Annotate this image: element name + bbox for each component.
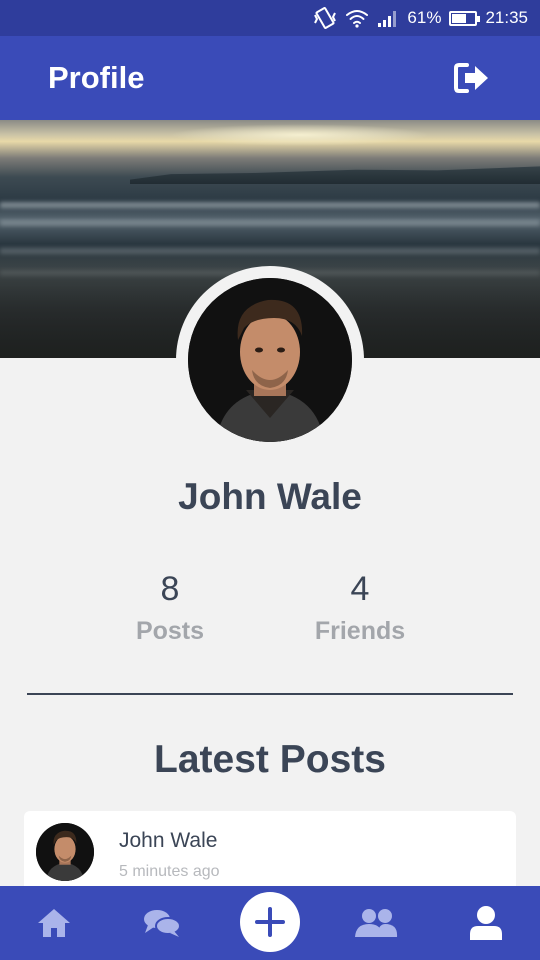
logout-icon bbox=[454, 63, 488, 93]
signal-icon bbox=[377, 8, 399, 28]
add-icon bbox=[255, 907, 285, 937]
profile-name: John Wale bbox=[178, 476, 362, 517]
add-post-button[interactable] bbox=[240, 892, 300, 952]
post-timestamp: 5 minutes ago bbox=[119, 863, 220, 880]
profile-icon bbox=[470, 906, 502, 940]
chat-icon bbox=[144, 910, 181, 937]
app-bar: Profile bbox=[0, 36, 540, 120]
battery-percent: 61% bbox=[407, 8, 442, 27]
post-author: John Wale bbox=[119, 829, 218, 852]
posts-stat[interactable]: 8 Posts bbox=[90, 570, 250, 646]
nav-profile-button[interactable] bbox=[446, 886, 526, 960]
divider bbox=[27, 693, 513, 695]
clock: 21:35 bbox=[485, 8, 528, 27]
status-bar: 61% 21:35 bbox=[0, 0, 540, 36]
post-avatar bbox=[36, 823, 94, 881]
latest-posts-title: Latest Posts bbox=[154, 738, 386, 781]
home-icon bbox=[38, 909, 70, 937]
nav-friends-button[interactable] bbox=[336, 886, 416, 960]
friends-icon bbox=[355, 909, 398, 937]
vibrate-icon bbox=[313, 7, 337, 29]
logout-button[interactable] bbox=[452, 58, 492, 98]
nav-home-button[interactable] bbox=[14, 886, 94, 960]
profile-avatar-frame bbox=[176, 266, 364, 454]
friends-count: 4 bbox=[350, 570, 370, 608]
avatar[interactable] bbox=[188, 278, 352, 442]
page-title: Profile bbox=[48, 60, 145, 95]
posts-label: Posts bbox=[135, 617, 205, 645]
battery-level bbox=[452, 13, 466, 23]
battery-icon bbox=[449, 10, 481, 26]
friends-stat[interactable]: 4 Friends bbox=[280, 570, 440, 646]
posts-count: 8 bbox=[160, 570, 180, 608]
wifi-icon bbox=[345, 8, 369, 28]
friends-label: Friends bbox=[314, 617, 406, 645]
nav-chat-button[interactable] bbox=[122, 886, 202, 960]
